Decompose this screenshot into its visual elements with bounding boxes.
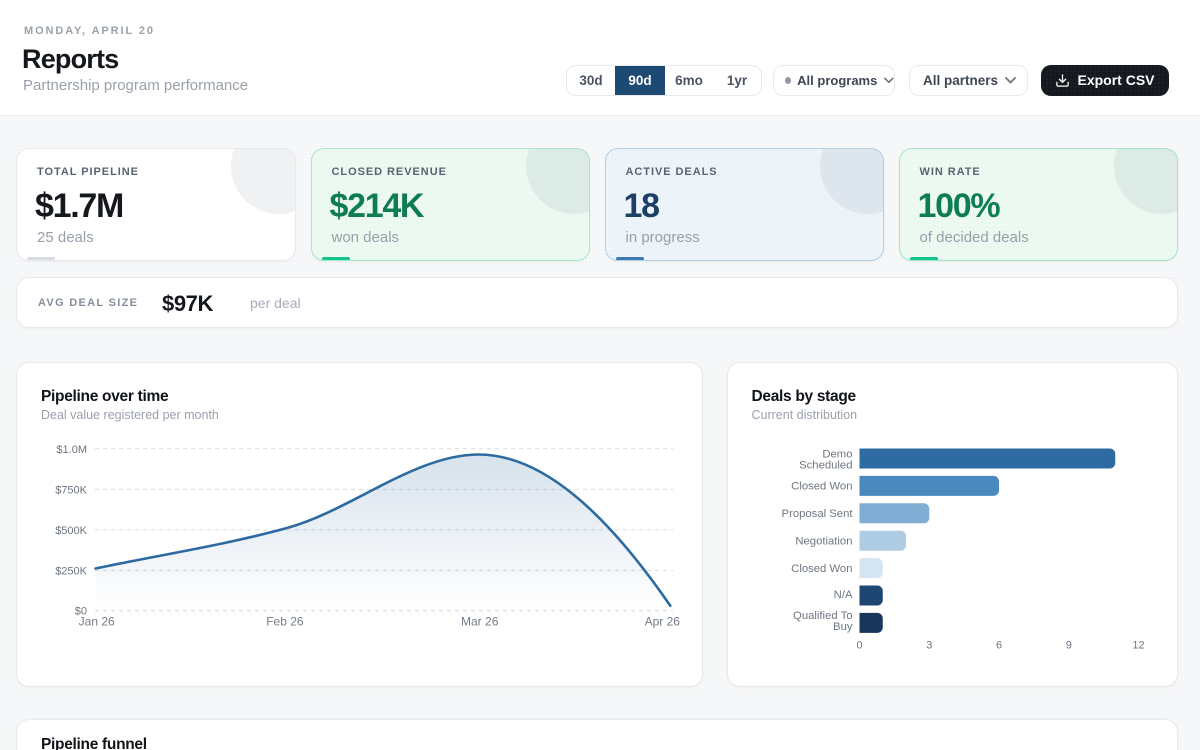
svg-text:Scheduled: Scheduled [799,459,852,471]
svg-text:Negotiation: Negotiation [795,536,852,548]
svg-text:Apr 26: Apr 26 [645,614,681,628]
svg-text:N/A: N/A [833,589,852,601]
svg-text:$750K: $750K [55,484,87,496]
svg-text:Closed Won: Closed Won [791,563,852,575]
svg-text:Jan 26: Jan 26 [79,614,115,628]
svg-text:Feb 26: Feb 26 [266,614,304,628]
svg-text:$500K: $500K [55,525,87,537]
svg-text:$250K: $250K [55,566,87,578]
svg-text:Buy: Buy [833,621,853,633]
svg-text:12: 12 [1132,640,1144,652]
svg-text:$1.0M: $1.0M [56,444,87,456]
svg-text:0: 0 [856,640,862,652]
svg-text:9: 9 [1065,640,1071,652]
svg-text:Mar 26: Mar 26 [461,614,499,628]
svg-text:Proposal Sent: Proposal Sent [781,508,853,520]
svg-text:Closed Won: Closed Won [791,481,852,493]
svg-text:6: 6 [995,640,1001,652]
svg-text:3: 3 [926,640,932,652]
